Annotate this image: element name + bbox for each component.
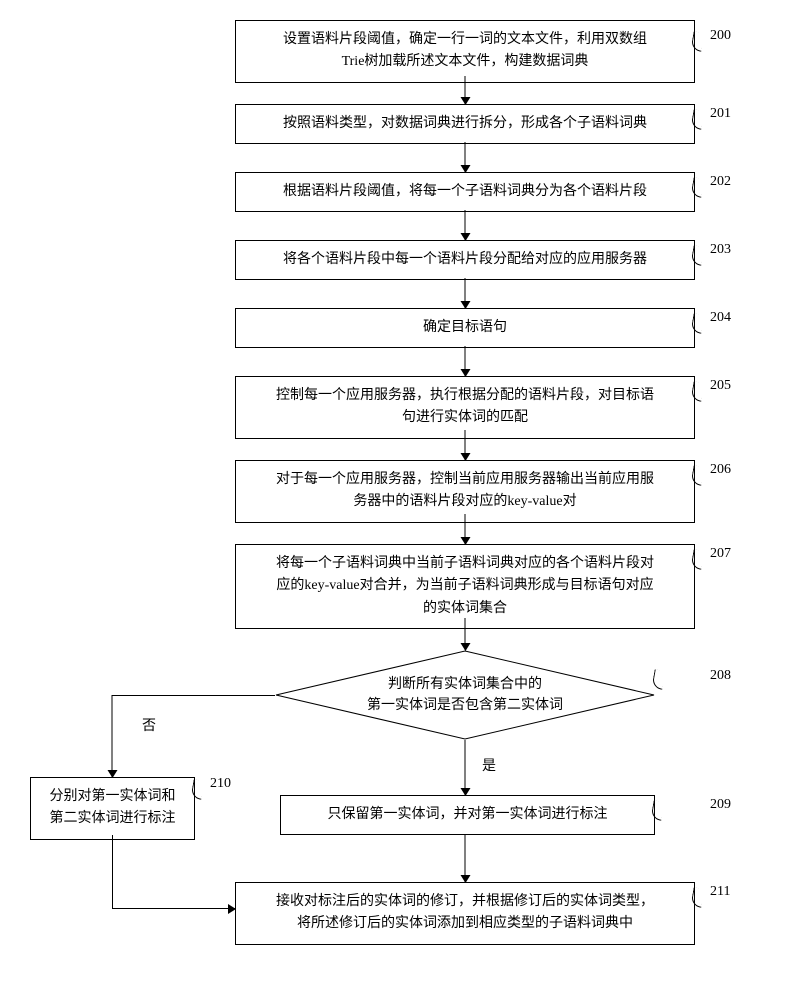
step-211-number: 211 [710, 884, 730, 900]
arrow-208-209 [465, 740, 466, 795]
step-201-number: 201 [710, 106, 731, 122]
step-209-number: 209 [710, 797, 731, 813]
step-207-box: 将每一个子语料词典中当前子语料词典对应的各个语料片段对 应的key-value对… [235, 544, 695, 629]
step-200-box: 设置语料片段阈值，确定一行一词的文本文件，利用双数组 Trie树加载所述文本文件… [235, 20, 695, 83]
arrow-200-201 [465, 76, 466, 104]
step-204-number: 204 [710, 310, 731, 326]
arrow-201-202 [465, 142, 466, 172]
edge-label-yes: 是 [480, 755, 498, 775]
step-205-number: 205 [710, 378, 731, 394]
step-202-number: 202 [710, 174, 731, 190]
line-208-to-210-h [112, 695, 275, 696]
step-201-box: 按照语料类型，对数据词典进行拆分，形成各个子语料词典 [235, 104, 695, 144]
step-202-box: 根据语料片段阈值，将每一个子语料词典分为各个语料片段 [235, 172, 695, 212]
arrow-205-206 [465, 430, 466, 460]
arrow-210-to-211 [112, 908, 235, 909]
step-206-number: 206 [710, 462, 731, 478]
step-210-box: 分别对第一实体词和 第二实体词进行标注 [30, 777, 195, 840]
step-207-number: 207 [710, 546, 731, 562]
step-204-box: 确定目标语句 [235, 308, 695, 348]
arrow-202-203 [465, 210, 466, 240]
arrow-204-205 [465, 346, 466, 376]
arrow-206-207 [465, 514, 466, 544]
arrow-208-to-210-v [112, 695, 113, 777]
step-208-number: 208 [710, 668, 731, 684]
step-209-box: 只保留第一实体词，并对第一实体词进行标注 [280, 795, 655, 835]
arrow-203-204 [465, 278, 466, 308]
step-211-box: 接收对标注后的实体词的修订，并根据修订后的实体词类型， 将所述修订后的实体词添加… [235, 882, 695, 945]
arrow-209-211 [465, 835, 466, 882]
edge-label-no: 否 [140, 715, 158, 735]
step-203-box: 将各个语料片段中每一个语料片段分配给对应的应用服务器 [235, 240, 695, 280]
step-200-number: 200 [710, 28, 731, 44]
arrow-207-208 [465, 618, 466, 650]
step-210-number: 210 [210, 776, 231, 792]
step-203-number: 203 [710, 242, 731, 258]
line-210-down [112, 835, 113, 908]
decision-208: 判断所有实体词集合中的 第一实体词是否包含第二实体词 [275, 650, 655, 740]
